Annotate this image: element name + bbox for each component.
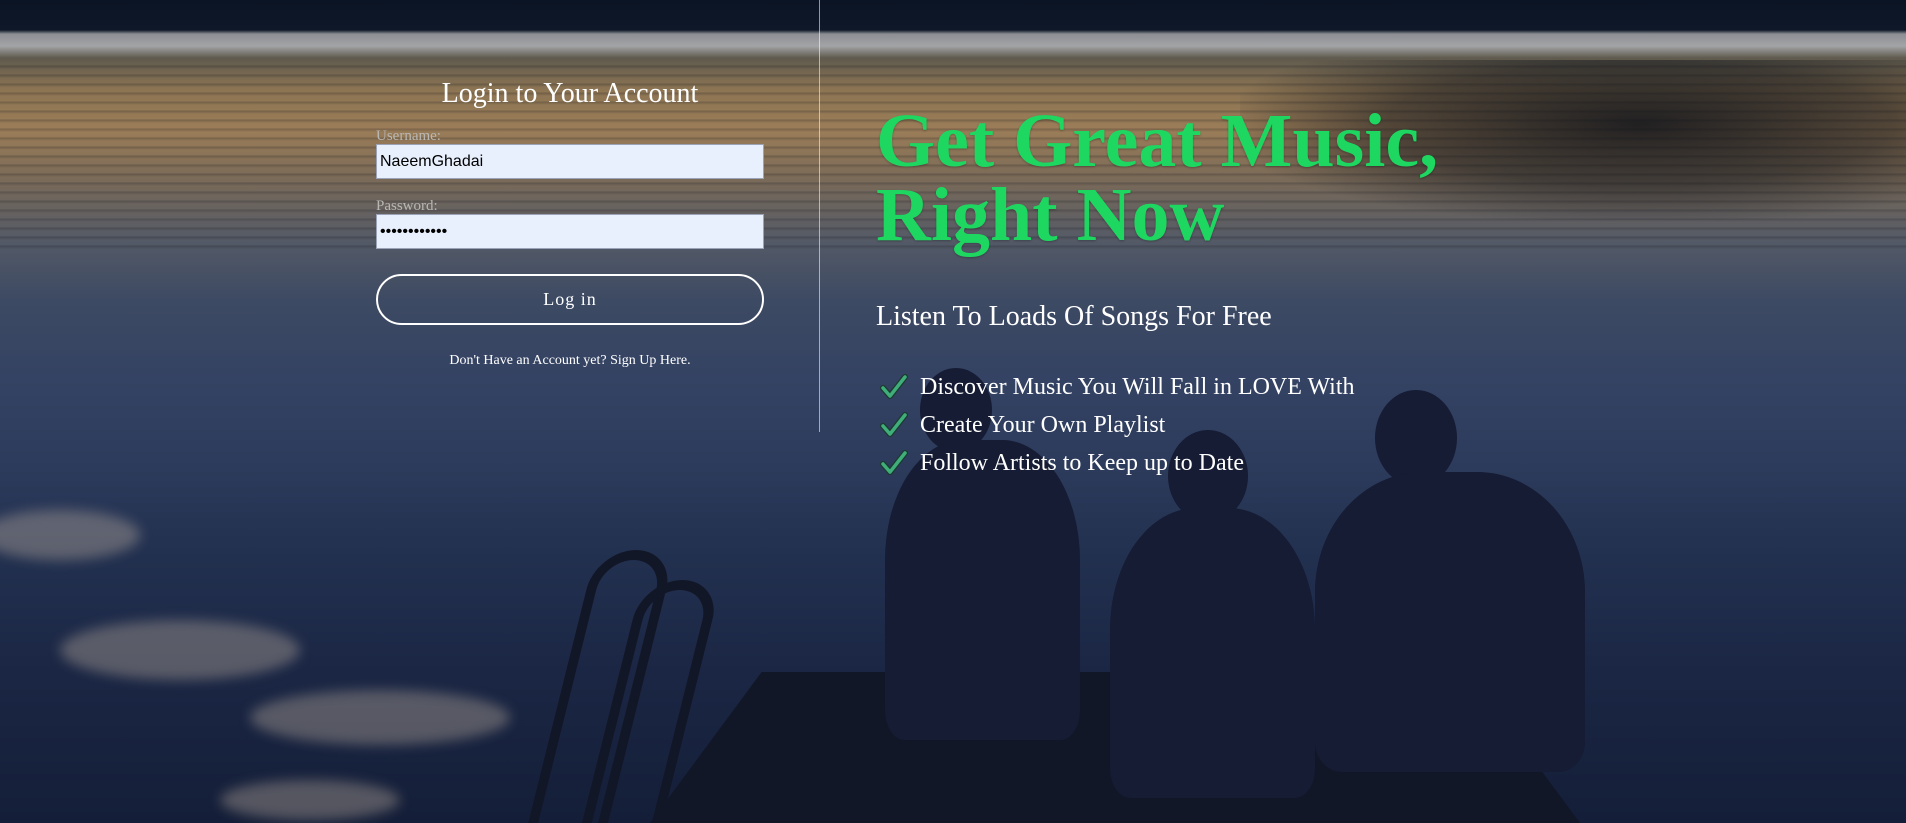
hero-title: Get Great Music, Right Now: [876, 103, 1776, 253]
check-icon: [880, 412, 908, 437]
cloud-reflection: [0, 510, 140, 560]
signup-link[interactable]: Don't Have an Account yet? Sign Up Here.: [376, 353, 764, 369]
login-button[interactable]: Log in: [376, 274, 764, 325]
password-input[interactable]: [376, 214, 764, 249]
person-silhouette: [885, 440, 1080, 740]
cloud-reflection: [220, 780, 400, 820]
cloud-reflection: [60, 620, 300, 680]
vertical-divider: [819, 0, 820, 432]
hero-title-line-2: Right Now: [876, 173, 1225, 257]
feature-item: Discover Music You Will Fall in LOVE Wit…: [880, 368, 1776, 406]
username-label: Username:: [376, 128, 441, 144]
login-title: Login to Your Account: [441, 78, 699, 109]
feature-item: Create Your Own Playlist: [880, 406, 1776, 444]
check-icon: [880, 374, 908, 399]
hero-section: Get Great Music, Right Now Listen To Loa…: [876, 103, 1776, 482]
cloud-reflection: [250, 690, 510, 745]
feature-text: Create Your Own Playlist: [920, 411, 1166, 438]
feature-list: Discover Music You Will Fall in LOVE Wit…: [880, 368, 1776, 482]
check-icon: [880, 450, 908, 475]
feature-text: Follow Artists to Keep up to Date: [920, 449, 1244, 476]
username-input[interactable]: [376, 144, 764, 179]
hero-title-line-1: Get Great Music,: [876, 99, 1439, 183]
password-label: Password:: [376, 198, 438, 214]
login-form: Login to Your Account Username: Password…: [376, 76, 764, 369]
feature-text: Discover Music You Will Fall in LOVE Wit…: [920, 373, 1355, 400]
person-silhouette: [1110, 508, 1315, 798]
feature-item: Follow Artists to Keep up to Date: [880, 444, 1776, 482]
person-silhouette: [1315, 472, 1585, 772]
hero-subtitle: Listen To Loads Of Songs For Free: [876, 301, 1272, 332]
